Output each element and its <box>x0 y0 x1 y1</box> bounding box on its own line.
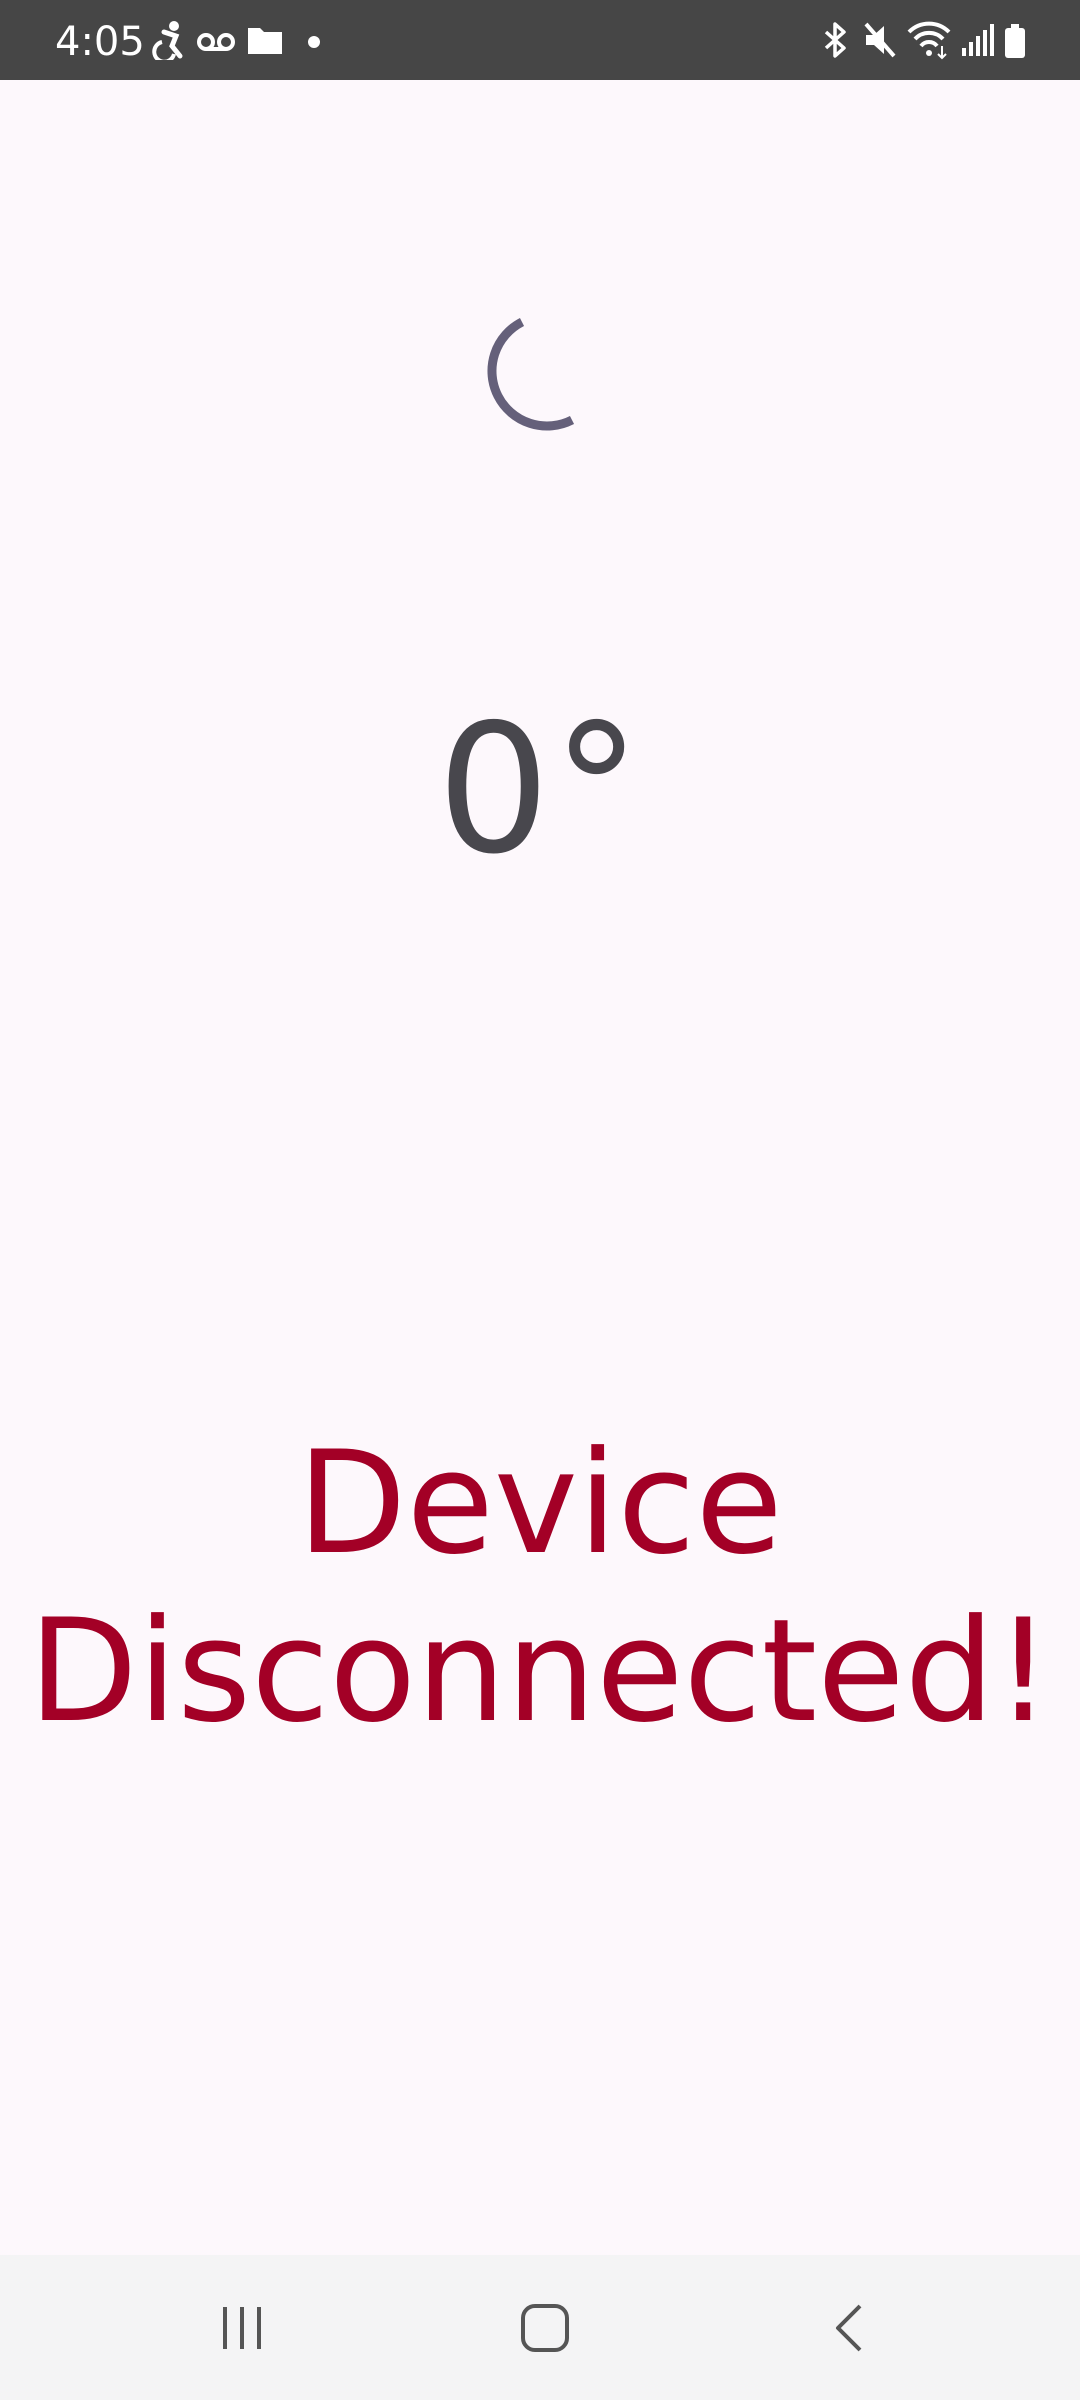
back-button[interactable] <box>800 2283 900 2373</box>
connection-status-message: Device Disconnected! <box>0 1420 1080 1756</box>
status-line-disconnected: Disconnected! <box>28 1589 1052 1754</box>
temperature-reading: 0° <box>436 686 644 893</box>
status-bar: 4:05 <box>0 0 1080 80</box>
mute-icon <box>862 20 898 60</box>
bluetooth-icon <box>820 20 850 60</box>
recent-apps-icon <box>223 2307 261 2349</box>
recent-apps-button[interactable] <box>192 2283 292 2373</box>
status-line-device: Device <box>297 1421 783 1586</box>
voicemail-icon <box>196 20 236 60</box>
loading-spinner <box>470 312 590 432</box>
navigation-bar <box>0 2255 1080 2400</box>
folder-icon <box>246 20 284 60</box>
signal-icon <box>960 20 994 60</box>
home-icon <box>521 2304 569 2352</box>
back-icon <box>836 2304 862 2352</box>
status-time: 4:05 <box>55 19 145 65</box>
notification-dot-icon <box>306 20 322 60</box>
battery-icon <box>1003 20 1027 60</box>
accessibility-icon <box>152 20 188 60</box>
wifi-icon <box>906 20 952 60</box>
spinner-icon <box>487 317 575 431</box>
home-button[interactable] <box>495 2283 595 2373</box>
